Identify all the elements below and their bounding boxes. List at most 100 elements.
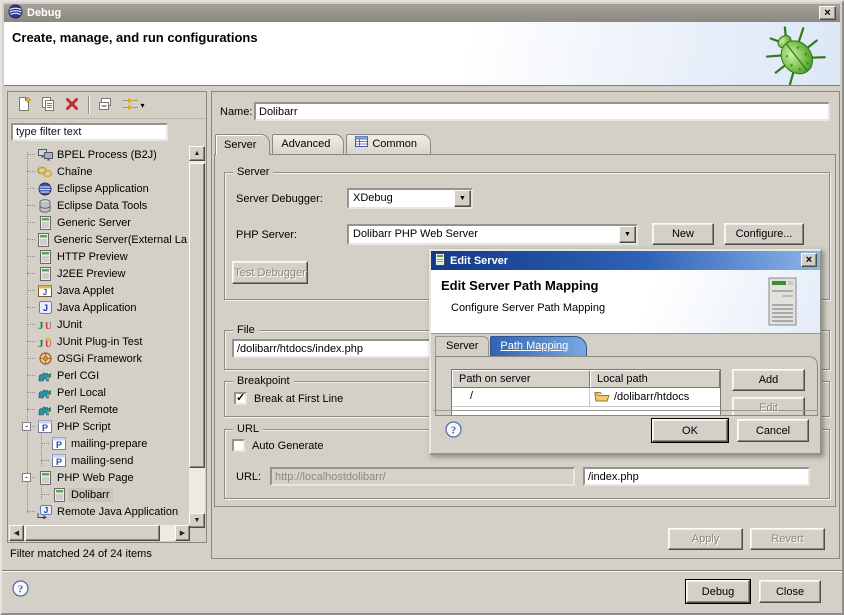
chevron-down-icon[interactable]: ▼ [619,226,636,243]
add-mapping-button[interactable]: Add [732,369,805,391]
svg-text:P: P [56,457,62,467]
tree-item-cha-ne[interactable]: Chaîne [8,163,190,180]
tree-item-osgi-framework[interactable]: OSGi Framework [8,350,190,367]
chevron-down-icon[interactable]: ▼ [454,190,471,207]
tab-advanced-label: Advanced [281,135,330,154]
filter-menu-button[interactable]: ▾ [117,94,149,116]
server-icon [50,488,68,502]
tree-vertical-scrollbar[interactable]: ▲ ▼ [189,146,205,528]
collapse-all-icon [97,96,113,115]
tree-item-generic-server[interactable]: Generic Server [8,214,190,231]
osgi-icon [36,352,54,365]
test-debugger-button[interactable]: Test Debugger [232,261,308,284]
url-group-label: URL [233,423,263,435]
local-path-cell: /dolibarr/htdocs [590,390,720,405]
tree-item-bpel-process-b2j[interactable]: BPEL Process (B2J) [8,146,190,163]
tree-item-java-applet[interactable]: JJava Applet [8,282,190,299]
server-debugger-select[interactable]: XDebug ▼ [347,188,473,209]
tree-item-php-web-page[interactable]: -PHP Web Page [8,469,190,486]
dialog-help-icon[interactable]: ? [445,421,462,441]
junit-icon: JU [36,318,54,331]
dialog-close-button[interactable]: × [801,253,817,267]
server-tower-icon [764,276,804,331]
scroll-up-arrow[interactable]: ▲ [189,146,205,161]
tree-item-perl-local[interactable]: Perl Local [8,384,190,401]
close-button[interactable]: Close [759,580,821,603]
tree-item-label: Perl Remote [54,403,121,417]
tree-item-eclipse-data-tools[interactable]: Eclipse Data Tools [8,197,190,214]
scroll-down-arrow[interactable]: ▼ [189,513,205,528]
path-mapping-row[interactable]: //dolibarr/htdocs [452,388,720,406]
dialog-tab-path-mapping[interactable]: Path Mapping [490,336,587,356]
tree-item-junit-plug-in-test[interactable]: JUJUnit Plug-in Test [8,333,190,350]
tab-common-label: Common [372,135,417,154]
tree-item-j2ee-preview[interactable]: J2EE Preview [8,265,190,282]
tab-common[interactable]: Common [346,134,431,154]
column-path-on-server[interactable]: Path on server [452,370,590,388]
scroll-left-arrow[interactable]: ◀ [9,525,24,541]
tab-advanced[interactable]: Advanced [272,134,344,154]
dialog-titlebar[interactable]: Edit Server [431,251,820,270]
duplicate-configuration-button[interactable] [36,94,60,116]
tree-item-remote-java-application[interactable]: JRemote Java Application [8,503,190,520]
svg-text:P: P [56,440,62,450]
filter-icon [121,97,139,114]
configure-button[interactable]: Configure... [724,223,804,245]
delete-configuration-button[interactable] [60,94,84,116]
tree-item-mailing-send[interactable]: Pmailing-send [8,452,190,469]
ok-button[interactable]: OK [652,419,728,442]
vertical-scroll-thumb[interactable] [189,163,205,468]
perl-icon [36,369,54,382]
banner-heading: Create, manage, and run configurations [12,30,258,45]
column-local-path[interactable]: Local path [590,370,720,388]
delete-icon [65,97,79,114]
banner: Create, manage, and run configurations [4,22,840,86]
dialog-footer: ? OK Cancel [433,410,818,451]
tree-item-mailing-prepare[interactable]: Pmailing-prepare [8,435,190,452]
dialog-title: Edit Server [450,255,508,267]
perl-icon [36,386,54,399]
tree-item-perl-cgi[interactable]: Perl CGI [8,367,190,384]
help-icon[interactable]: ? [12,580,29,600]
tree-item-http-preview[interactable]: HTTP Preview [8,248,190,265]
tree-item-java-application[interactable]: JJava Application [8,299,190,316]
url-path-input[interactable] [583,467,810,486]
name-input[interactable] [254,102,830,121]
expander-minus-icon[interactable]: - [22,473,31,482]
debug-button[interactable]: Debug [686,580,750,603]
new-server-button[interactable]: New [652,223,714,245]
dialog-tab-server[interactable]: Server [435,336,489,356]
type-filter-input[interactable] [11,123,168,141]
file-group-label: File [233,324,259,336]
window-close-button[interactable]: × [819,6,836,20]
tree-item-junit[interactable]: JUJUnit [8,316,190,333]
php-icon: P [50,454,68,467]
scroll-right-arrow[interactable]: ▶ [175,525,190,541]
tree-item-generic-server-external-la[interactable]: Generic Server(External La [8,231,190,248]
new-configuration-button[interactable] [12,94,36,116]
dialog-subheading: Configure Server Path Mapping [451,302,605,314]
tree-horizontal-scrollbar[interactable]: ◀ ▶ [9,525,190,541]
window-titlebar[interactable]: Debug [4,4,840,22]
php-server-select[interactable]: Dolibarr PHP Web Server ▼ [347,224,638,245]
configurations-panel: ▾ BPEL Process (B2J)ChaîneEclipse Applic… [7,91,207,543]
horizontal-scroll-thumb[interactable] [25,525,160,541]
tree-item-php-script[interactable]: -PPHP Script [8,418,190,435]
eclipse-app-icon [36,182,54,196]
path-mapping-table[interactable]: Path on serverLocal path //dolibarr/htdo… [451,369,721,416]
tree-item-dolibarr[interactable]: Dolibarr [8,486,190,503]
tree-item-label: Generic Server [54,216,134,230]
collapse-all-button[interactable] [93,94,117,116]
revert-button[interactable]: Revert [750,528,825,550]
tab-server[interactable]: Server [215,134,270,155]
tree-item-eclipse-application[interactable]: Eclipse Application [8,180,190,197]
apply-button[interactable]: Apply [668,528,743,550]
tree-item-label: Perl CGI [54,369,102,383]
break-first-line-checkbox[interactable] [234,392,247,405]
expander-minus-icon[interactable]: - [22,422,31,431]
dialog-tab-server-label: Server [446,340,478,352]
cancel-button[interactable]: Cancel [737,419,809,442]
url-base-input[interactable] [270,467,575,486]
auto-generate-checkbox[interactable] [232,439,245,452]
tree-item-perl-remote[interactable]: Perl Remote [8,401,190,418]
